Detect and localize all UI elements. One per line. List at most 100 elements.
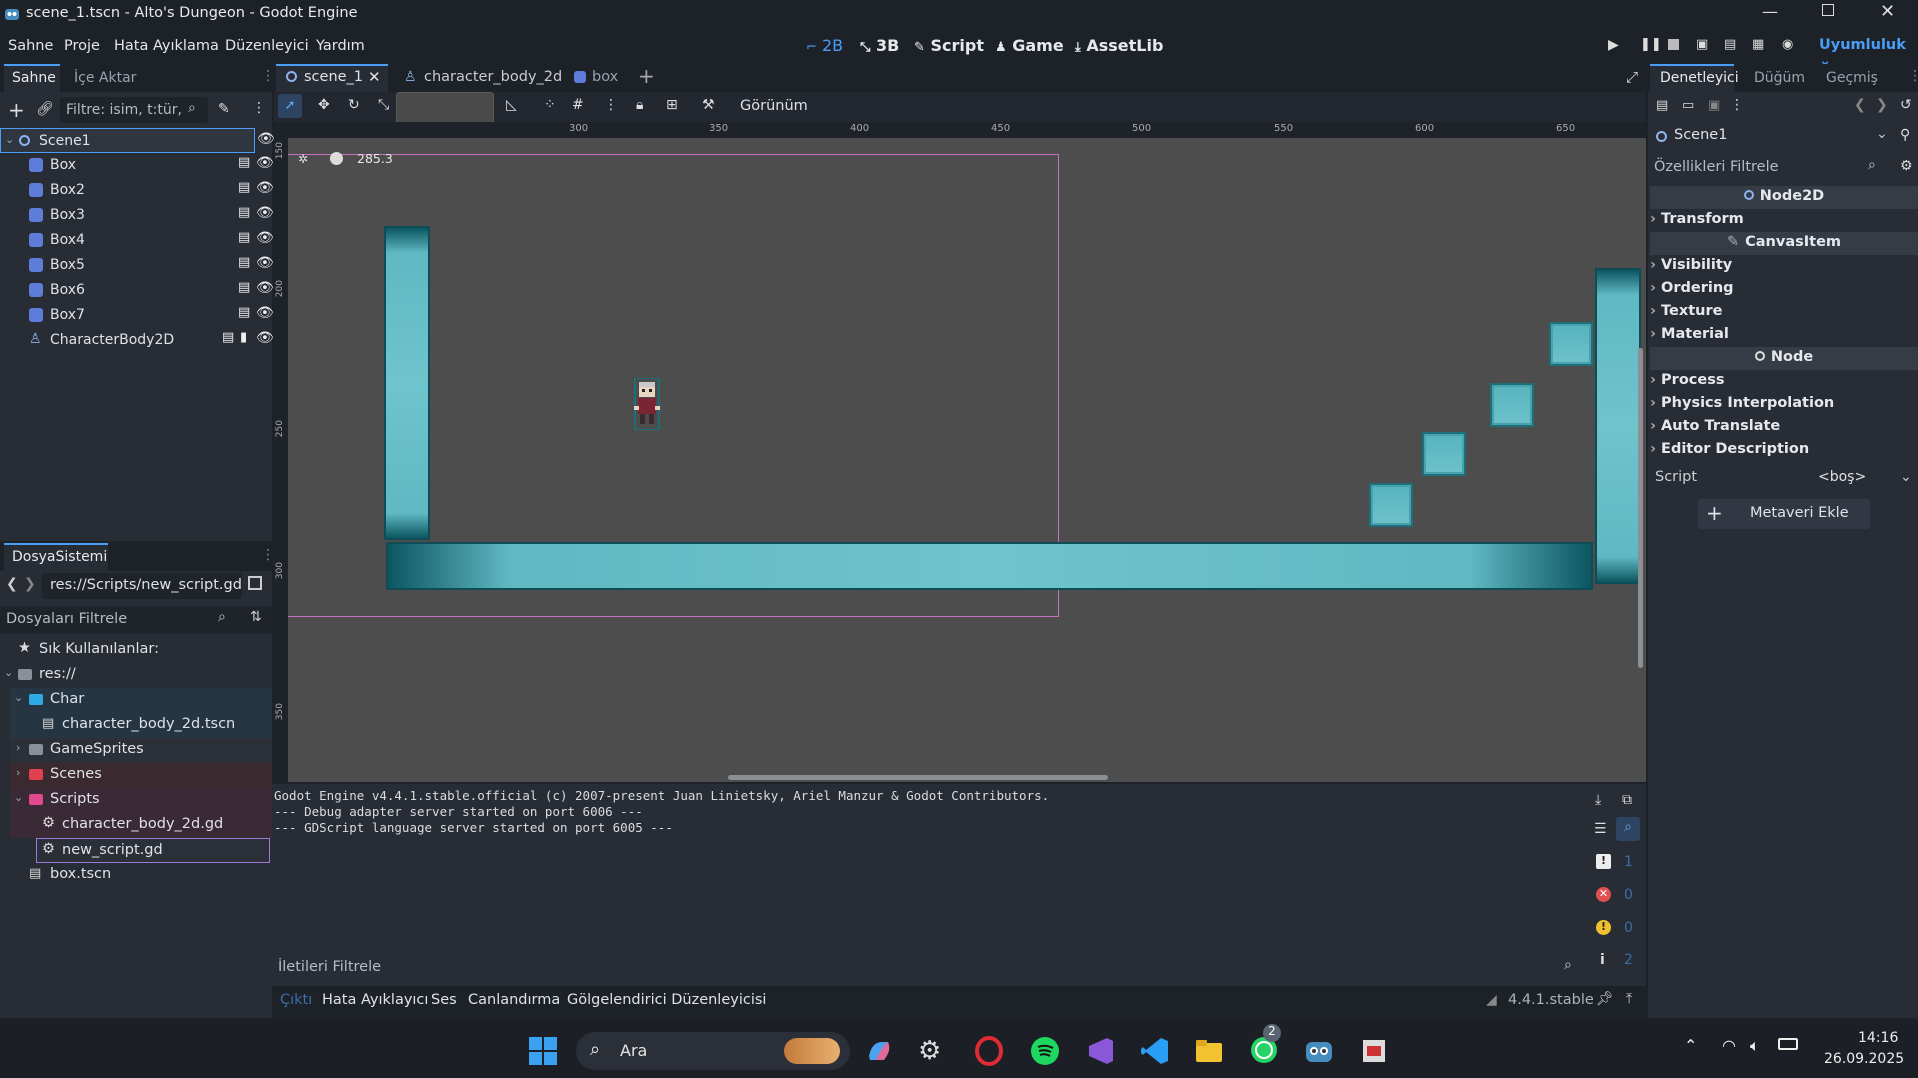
prop-visibility[interactable]: › Visibility bbox=[1650, 257, 1732, 273]
prop-texture[interactable]: › Texture bbox=[1650, 303, 1722, 319]
menu-editor[interactable]: Düzenleyici bbox=[225, 38, 309, 54]
volume-icon[interactable]: 🔈︎ bbox=[1750, 1036, 1760, 1056]
tab-import[interactable]: İçe Aktar bbox=[74, 70, 136, 86]
tab-scene[interactable]: Sahne bbox=[12, 70, 56, 86]
fs-folder-gamesprites[interactable]: › GameSprites bbox=[10, 738, 272, 763]
grid-snap-icon[interactable]: # bbox=[572, 97, 584, 113]
visual-studio-icon[interactable] bbox=[1085, 1036, 1121, 1072]
mode-3d-button[interactable]: ⤡ 3B bbox=[860, 36, 899, 55]
vscode-icon[interactable] bbox=[1140, 1036, 1176, 1072]
box-wall-left[interactable] bbox=[384, 226, 430, 540]
visibility-eye-icon[interactable]: 👁︎ bbox=[256, 230, 274, 246]
zoom-level[interactable]: 285.3 bbox=[357, 151, 393, 166]
collapse-icon[interactable]: ⌄ bbox=[4, 666, 13, 679]
select-mode-icon[interactable]: ➚ bbox=[278, 94, 302, 118]
fs-file-new-script-gd[interactable]: ⚙ new_script.gd bbox=[36, 838, 270, 863]
tab-debugger[interactable]: Hata Ayıklayıcı bbox=[322, 992, 428, 1008]
open-folder-icon[interactable]: ▭ bbox=[1682, 98, 1694, 113]
visibility-eye-icon[interactable]: 👁︎ bbox=[257, 131, 275, 147]
copy-output-icon[interactable]: ⧉ bbox=[1622, 792, 1632, 808]
visibility-eye-icon[interactable]: 👁︎ bbox=[256, 280, 274, 296]
tab-animation[interactable]: Canlandırma bbox=[468, 992, 560, 1008]
new-resource-icon[interactable]: ▤ bbox=[1656, 98, 1668, 113]
snap-menu-icon[interactable]: ⋮ bbox=[604, 97, 618, 113]
taskbar-search[interactable]: ⌕ Ara bbox=[576, 1032, 850, 1070]
zoom-reset-icon[interactable]: ✲ bbox=[298, 152, 308, 166]
copilot-icon[interactable] bbox=[864, 1036, 900, 1072]
tree-node-box3[interactable]: Box3 ▤ 👁︎ bbox=[0, 203, 275, 228]
link-icon[interactable]: 🔗︎ bbox=[36, 101, 54, 117]
smart-snap-icon[interactable]: ⁘ bbox=[544, 97, 556, 113]
tab-audio[interactable]: Ses bbox=[431, 992, 457, 1008]
prop-process[interactable]: › Process bbox=[1650, 372, 1724, 388]
box-step-3[interactable] bbox=[1490, 383, 1534, 427]
ruler-icon[interactable]: ◺ bbox=[506, 97, 517, 113]
skeleton-icon[interactable]: ⚒ bbox=[702, 97, 715, 113]
menu-scene[interactable]: Sahne bbox=[8, 38, 53, 54]
move-mode-icon[interactable]: ✥ bbox=[318, 97, 330, 113]
rotate-mode-icon[interactable]: ↻ bbox=[348, 97, 360, 113]
open-scene-icon[interactable]: ▤ bbox=[222, 330, 234, 345]
character-sprite[interactable] bbox=[630, 378, 664, 430]
box-step-1[interactable] bbox=[1369, 483, 1413, 527]
fs-folder-scripts[interactable]: ⌄ Scripts bbox=[10, 788, 272, 813]
opera-icon[interactable] bbox=[974, 1036, 1010, 1072]
close-tab-icon[interactable]: ✕ bbox=[368, 68, 381, 86]
clear-output-icon[interactable]: ⤓ bbox=[1595, 792, 1601, 808]
show-hidden-icons[interactable]: ⌃ bbox=[1684, 1036, 1697, 1055]
panel-menu-icon[interactable]: ⋮ bbox=[1908, 68, 1918, 84]
box-step-2[interactable] bbox=[1422, 432, 1466, 476]
view-menu[interactable]: Görünüm bbox=[740, 98, 808, 114]
pin-panel-icon[interactable]: 📌︎ bbox=[1596, 991, 1614, 1007]
open-scene-icon[interactable]: ▤ bbox=[238, 230, 250, 245]
fs-folder-char[interactable]: ⌄ Char bbox=[10, 688, 272, 713]
visibility-eye-icon[interactable]: 👁︎ bbox=[256, 330, 274, 346]
visibility-eye-icon[interactable]: 👁︎ bbox=[256, 155, 274, 171]
tab-node[interactable]: Düğüm bbox=[1754, 70, 1805, 86]
info-filter-icon[interactable]: i bbox=[1600, 952, 1605, 968]
prop-material[interactable]: › Material bbox=[1650, 326, 1729, 342]
movie-maker-icon[interactable]: ◉ bbox=[1782, 37, 1793, 52]
box-floor[interactable] bbox=[386, 542, 1593, 590]
tab-inspector[interactable]: Denetleyici bbox=[1660, 70, 1739, 86]
prop-transform[interactable]: › Transform bbox=[1650, 211, 1744, 227]
fs-favorites[interactable]: ★ Sık Kullanılanlar: bbox=[0, 638, 272, 663]
collapse-icon[interactable]: ⌄ bbox=[14, 691, 23, 704]
steam-icon[interactable]: ⚙ bbox=[918, 1036, 954, 1072]
box-step-4[interactable] bbox=[1549, 322, 1593, 366]
back-arrow-icon[interactable]: ❮ bbox=[6, 576, 18, 592]
tree-node-box2[interactable]: Box2 ▤ 👁︎ bbox=[0, 178, 275, 203]
prop-editor-description[interactable]: › Editor Description bbox=[1650, 441, 1809, 457]
vertical-scrollbar[interactable] bbox=[1638, 348, 1643, 668]
app-icon[interactable] bbox=[1359, 1036, 1395, 1072]
tree-node-box6[interactable]: Box6 ▤ 👁︎ bbox=[0, 278, 275, 303]
mode-game-button[interactable]: ♟ Game bbox=[995, 36, 1064, 55]
tree-node-box7[interactable]: Box7 ▤ 👁︎ bbox=[0, 303, 275, 328]
scene-filter-input[interactable]: Filtre: isim, t:tür, g:grup ⌕ bbox=[60, 97, 208, 123]
box-wall-right[interactable] bbox=[1595, 268, 1641, 584]
panel-menu-icon[interactable]: ⋮ bbox=[261, 547, 275, 563]
forward-arrow-icon[interactable]: ❯ bbox=[24, 576, 36, 592]
pause-icon[interactable]: ❚❚ bbox=[1640, 37, 1662, 52]
horizontal-scrollbar[interactable] bbox=[728, 775, 1108, 780]
visibility-eye-icon[interactable]: 👁︎ bbox=[256, 205, 274, 221]
node-selector[interactable]: Scene1 ⌄ bbox=[1652, 124, 1894, 150]
expand-panel-icon[interactable]: ⤒ bbox=[1626, 991, 1632, 1007]
fs-folder-scenes[interactable]: › Scenes bbox=[10, 763, 272, 788]
menu-help[interactable]: Yardım bbox=[316, 38, 365, 54]
spotify-icon[interactable] bbox=[1030, 1036, 1066, 1072]
tab-output[interactable]: Çıktı bbox=[280, 992, 312, 1008]
tab-box[interactable]: box bbox=[592, 69, 618, 85]
stop-icon[interactable] bbox=[1668, 39, 1679, 50]
visibility-eye-icon[interactable]: 👁︎ bbox=[256, 180, 274, 196]
menu-debug[interactable]: Hata Ayıklama bbox=[114, 38, 219, 54]
tab-shader-editor[interactable]: Gölgelendirici Düzenleyicisi bbox=[567, 992, 766, 1008]
sort-icon[interactable]: ⇅ bbox=[250, 609, 262, 625]
tree-node-characterbody2d[interactable]: ♙ CharacterBody2D ▤ ▮ 👁︎ bbox=[0, 328, 275, 353]
collapse-icon[interactable]: ⌄ bbox=[14, 791, 23, 804]
file-explorer-icon[interactable] bbox=[1194, 1036, 1230, 1072]
wifi-icon[interactable]: ◠ bbox=[1722, 1036, 1736, 1055]
play-icon[interactable]: ▶ bbox=[1608, 37, 1619, 53]
open-scene-icon[interactable]: ▤ bbox=[238, 205, 250, 220]
messages-filter-icon[interactable]: ! bbox=[1596, 854, 1611, 869]
